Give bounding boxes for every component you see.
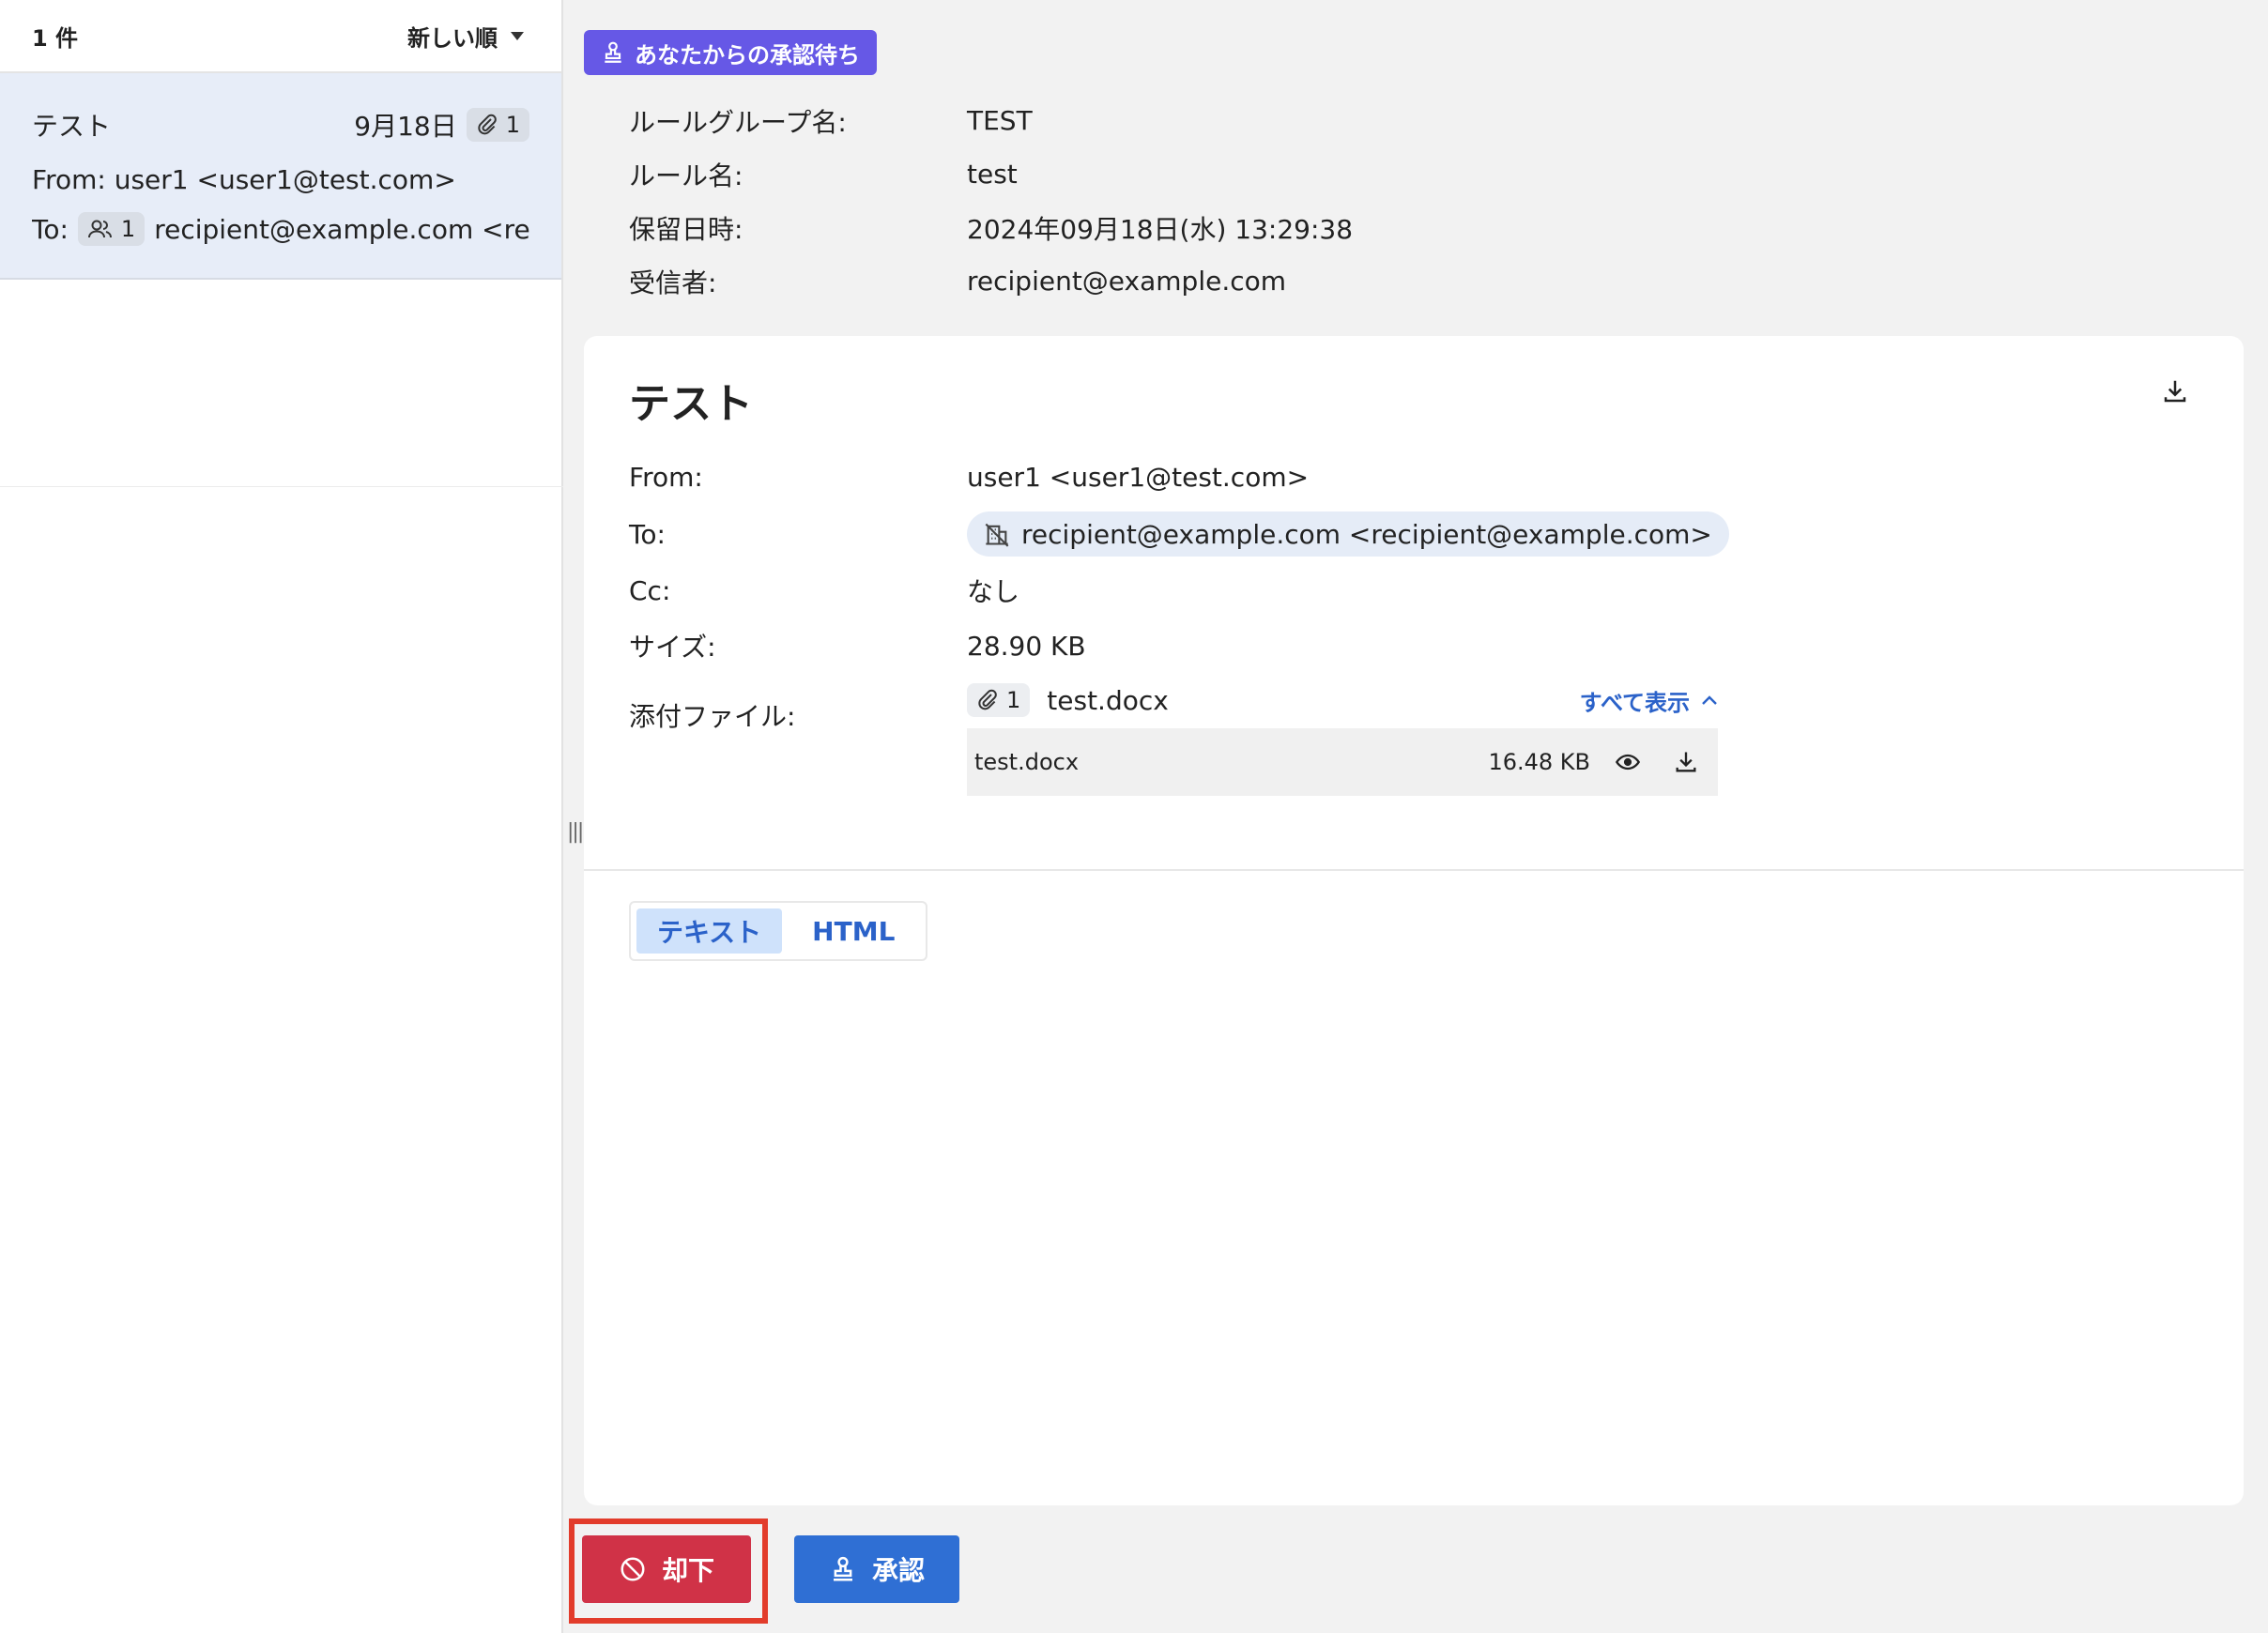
- attachment-count: 1: [1006, 687, 1021, 713]
- paperclip-icon: [478, 114, 497, 135]
- approve-button[interactable]: 承認: [794, 1535, 959, 1603]
- tab-text[interactable]: テキスト: [636, 908, 783, 954]
- meta-label: ルールグループ名:: [629, 106, 847, 138]
- sort-label: 新しい順: [407, 24, 498, 52]
- show-all-toggle[interactable]: すべて表示: [1580, 684, 1718, 717]
- recipient-count-badge: 1: [77, 212, 146, 246]
- attachment-badge: 1: [466, 108, 529, 142]
- building-off-icon: [985, 523, 1009, 547]
- message-detail-pane: あなたからの承認待ち ルールグループ名: TEST ルール名: test 保留日…: [565, 0, 2268, 1633]
- from-label: From:: [629, 461, 703, 493]
- to-label: To:: [629, 518, 666, 550]
- meta-value: 2024年09月18日(水) 13:29:38: [967, 213, 1354, 245]
- meta-value: test: [967, 159, 1018, 190]
- reject-button[interactable]: 却下: [582, 1535, 751, 1603]
- stamp-icon: [833, 1556, 852, 1581]
- caret-down-icon: [511, 31, 524, 40]
- meta-value: recipient@example.com: [967, 266, 1287, 297]
- attachment-summary: test.docx: [1047, 684, 1169, 716]
- list-item-to: recipient@example.com <rec...: [154, 213, 529, 245]
- meta-row-rule-group: ルールグループ名: TEST: [629, 94, 1353, 147]
- size-value: 28.90 KB: [967, 630, 1086, 662]
- show-all-label: すべて表示: [1579, 689, 1690, 716]
- recipient-chip[interactable]: recipient@example.com <recipient@example…: [967, 511, 1729, 557]
- file-name: test.docx: [974, 749, 1080, 775]
- meta-label: 保留日時:: [629, 213, 743, 245]
- chevron-up-icon: [1702, 695, 1717, 705]
- status-badge-label: あなたからの承認待ち: [635, 41, 860, 69]
- rule-meta: ルールグループ名: TEST ルール名: test 保留日時: 2024年09月…: [629, 94, 1353, 308]
- eye-icon[interactable]: [1615, 749, 1641, 775]
- attachment-file-row: test.docx 16.48 KB: [967, 728, 1718, 796]
- list-item-subject: テスト: [32, 111, 112, 142]
- list-item-to-label: To:: [32, 213, 69, 245]
- divider: [584, 869, 2244, 871]
- from-value: user1 <user1@test.com>: [967, 461, 1310, 493]
- recipient-chip-label: recipient@example.com <recipient@example…: [1021, 518, 1712, 550]
- result-count: 1 件: [32, 24, 79, 52]
- body-view-tabs: テキスト HTML: [629, 901, 927, 961]
- message-list-pane: 1 件 新しい順 テスト 9月18日 1 From: user1 <user1@…: [0, 0, 563, 1633]
- list-item[interactable]: テスト 9月18日 1 From: user1 <user1@test.com>…: [0, 73, 561, 280]
- size-label: サイズ:: [629, 632, 716, 663]
- meta-row-recipient: 受信者: recipient@example.com: [629, 254, 1353, 308]
- list-header: 1 件 新しい順: [0, 0, 561, 73]
- message-subject: テスト: [629, 380, 753, 428]
- meta-label: 受信者:: [629, 267, 717, 298]
- cc-value: なし: [967, 576, 1020, 607]
- meta-row-rule-name: ルール名: test: [629, 147, 1353, 201]
- list-item-date: 9月18日: [354, 111, 457, 142]
- recipient-count: 1: [120, 216, 136, 242]
- divider: [0, 486, 563, 487]
- meta-label: ルール名:: [629, 160, 743, 191]
- list-item-from: From: user1 <user1@test.com>: [32, 163, 456, 195]
- users-icon: [87, 220, 112, 238]
- download-icon[interactable]: [2161, 377, 2189, 409]
- reject-label: 却下: [661, 1555, 714, 1586]
- attachment-count: 1: [505, 112, 520, 138]
- meta-value: TEST: [967, 105, 1033, 136]
- file-size: 16.48 KB: [1488, 749, 1590, 775]
- ban-icon: [621, 1557, 645, 1581]
- approve-label: 承認: [871, 1555, 925, 1586]
- message-headers: From: user1 <user1@test.com> To: recipie…: [629, 449, 1729, 796]
- cc-label: Cc:: [629, 574, 671, 606]
- tab-html[interactable]: HTML: [791, 908, 915, 954]
- paperclip-icon: [978, 689, 997, 710]
- sort-dropdown[interactable]: 新しい順: [407, 20, 524, 53]
- download-icon[interactable]: [1673, 749, 1699, 775]
- stamp-icon: [605, 41, 621, 63]
- message-card: テスト From: user1 <user1@test.com> To: rec…: [584, 336, 2244, 1505]
- attachments-label: 添付ファイル:: [629, 701, 796, 732]
- status-badge: あなたからの承認待ち: [584, 30, 877, 75]
- attachment-count-badge: 1: [967, 683, 1031, 717]
- meta-row-held-at: 保留日時: 2024年09月18日(水) 13:29:38: [629, 201, 1353, 254]
